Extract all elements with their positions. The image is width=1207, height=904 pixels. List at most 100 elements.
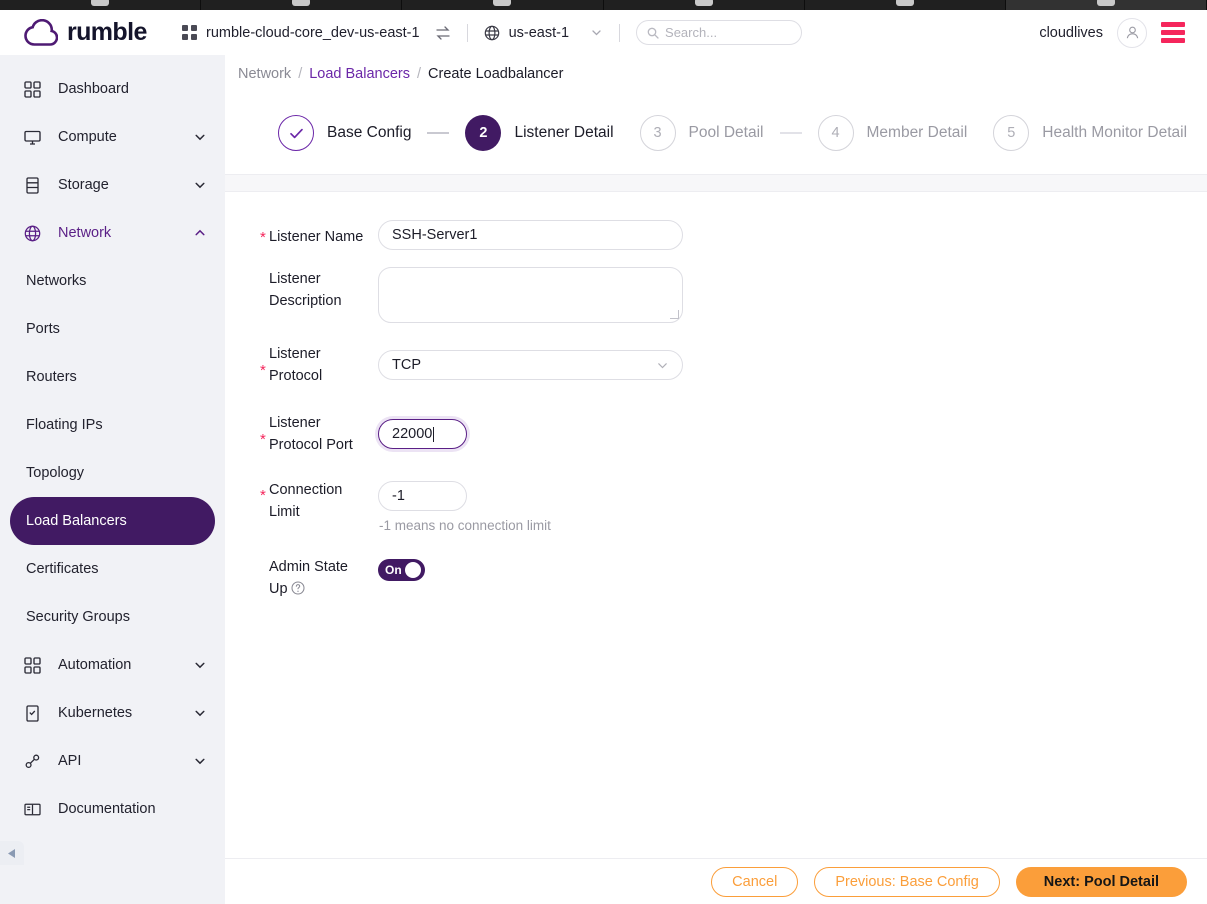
grid-icon — [22, 655, 42, 675]
sidebar-item-floating-ips[interactable]: Floating IPs — [10, 401, 215, 449]
sidebar-item-label: Documentation — [58, 801, 156, 817]
sidebar-item-label: Ports — [26, 321, 60, 337]
listener-protocol-port-field: 22000 — [378, 411, 1207, 456]
breadcrumb-separator: / — [298, 66, 303, 82]
browser-tab[interactable] — [201, 0, 403, 10]
step-number: 3 — [639, 115, 676, 151]
required-asterisk: * — [260, 487, 266, 504]
step-label: Listener Detail — [514, 124, 614, 141]
breadcrumb-link-load-balancers[interactable]: Load Balancers — [309, 66, 410, 82]
project-selector[interactable]: rumble-cloud-core_dev-us-east-1 — [182, 10, 451, 55]
listener-name-input[interactable]: SSH-Server1 — [378, 220, 683, 250]
top-bar: rumble rumble-cloud-core_dev-us-east-1 u… — [0, 10, 1207, 55]
swap-icon[interactable] — [435, 25, 451, 41]
scrollbar-corner — [1199, 890, 1207, 904]
step-base-config[interactable]: Base Config — [278, 115, 411, 151]
cloud-logo-icon — [24, 18, 59, 47]
main-content: Network / Load Balancers / Create Loadba… — [225, 55, 1207, 904]
listener-description-textarea[interactable] — [378, 267, 683, 323]
sidebar-item-ports[interactable]: Ports — [10, 305, 215, 353]
sidebar-item-label: Network — [58, 225, 112, 241]
chevron-down-icon — [193, 754, 207, 768]
stepper: Base Config 2 Listener Detail 3 Pool Det… — [225, 92, 1207, 174]
toggle-knob — [404, 562, 421, 578]
next-pool-detail-button[interactable]: Next: Pool Detail — [1015, 866, 1187, 897]
listener-name-label: Listener Name — [269, 229, 364, 245]
collapse-sidebar-icon[interactable] — [0, 841, 24, 865]
sidebar-item-network[interactable]: Network — [0, 209, 225, 257]
sidebar-item-label: API — [58, 753, 82, 769]
sidebar-item-dashboard[interactable]: Dashboard — [0, 65, 225, 113]
listener-name-label-group: * Listener Name — [260, 220, 378, 250]
listener-protocol-port-input[interactable]: 22000 — [378, 419, 467, 449]
sidebar-item-label: Networks — [26, 273, 87, 289]
step-listener-detail[interactable]: 2 Listener Detail — [465, 115, 614, 151]
browser-tab-active[interactable] — [1005, 0, 1207, 10]
chevron-down-icon — [590, 26, 603, 39]
question-mark-icon[interactable] — [291, 580, 305, 595]
breadcrumb-root[interactable]: Network — [238, 66, 291, 82]
admin-state-up-toggle-label: On — [385, 563, 402, 577]
listener-protocol-label-line1: Listener — [269, 346, 321, 362]
connection-limit-label-line2: Limit — [269, 504, 300, 520]
step-member-detail[interactable]: 4 Member Detail — [817, 115, 967, 151]
sidebar-item-networks[interactable]: Networks — [10, 257, 215, 305]
api-icon — [22, 751, 42, 771]
step-number: 2 — [465, 115, 502, 151]
brand-name: rumble — [67, 18, 147, 46]
sidebar-item-automation[interactable]: Automation — [0, 641, 225, 689]
sidebar-item-compute[interactable]: Compute — [0, 113, 225, 161]
connection-limit-field: -1 -1 means no connection limit — [378, 478, 1207, 533]
sidebar-item-api[interactable]: API — [0, 737, 225, 785]
sidebar-item-certificates[interactable]: Certificates — [10, 545, 215, 593]
breadcrumb-separator: / — [416, 66, 422, 82]
region-selector[interactable]: us-east-1 — [484, 10, 603, 55]
previous-base-config-button[interactable]: Previous: Base Config — [814, 866, 1000, 897]
step-number: 5 — [993, 115, 1030, 151]
admin-state-up-toggle[interactable]: On — [378, 559, 425, 581]
connection-limit-hint: -1 means no connection limit — [379, 518, 551, 533]
avatar[interactable] — [1117, 17, 1147, 48]
browser-tab[interactable] — [603, 0, 805, 10]
sidebar-item-routers[interactable]: Routers — [10, 353, 215, 401]
sidebar-item-security-groups[interactable]: Security Groups — [10, 593, 215, 641]
monitor-icon — [22, 127, 42, 147]
listener-protocol-port-label-line2: Protocol Port — [269, 437, 353, 453]
sidebar-item-storage[interactable]: Storage — [0, 161, 225, 209]
step-number: 4 — [817, 115, 854, 151]
search-placeholder: Search... — [665, 25, 718, 40]
browser-tab-strip — [0, 0, 1207, 10]
breadcrumb-current: Create Loadbalancer — [428, 66, 564, 82]
grid-icon — [182, 25, 197, 40]
step-health-monitor-detail[interactable]: 5 Health Monitor Detail — [993, 115, 1187, 151]
browser-tab[interactable] — [0, 0, 202, 10]
listener-protocol-select[interactable]: TCP — [378, 350, 683, 380]
brand-logo-link[interactable]: rumble — [0, 18, 180, 47]
grid-icon — [22, 79, 42, 99]
step-label: Health Monitor Detail — [1042, 124, 1188, 141]
sidebar-item-documentation[interactable]: Documentation — [0, 785, 225, 833]
browser-tab[interactable] — [402, 0, 604, 10]
sidebar-item-label: Automation — [58, 657, 132, 673]
chevron-down-icon — [193, 706, 207, 720]
sidebar-item-load-balancers[interactable]: Load Balancers — [10, 497, 215, 545]
admin-state-up-label-group: Admin State Up — [260, 555, 378, 600]
step-pool-detail[interactable]: 3 Pool Detail — [639, 115, 764, 151]
sidebar-item-topology[interactable]: Topology — [10, 449, 215, 497]
admin-state-up-label-line1: Admin State — [269, 559, 348, 575]
sidebar-item-label: Certificates — [26, 561, 99, 577]
search-input[interactable]: Search... — [636, 20, 803, 45]
step-connector — [427, 132, 450, 134]
connection-limit-input[interactable]: -1 — [378, 481, 467, 511]
cancel-button[interactable]: Cancel — [711, 866, 799, 897]
browser-tab[interactable] — [804, 0, 1006, 10]
listener-protocol-value: TCP — [392, 357, 421, 373]
sidebar-item-kubernetes[interactable]: Kubernetes — [0, 689, 225, 737]
step-label: Pool Detail — [688, 124, 764, 141]
required-asterisk: * — [260, 431, 266, 448]
chevron-down-icon — [656, 359, 669, 372]
listener-description-label-group: Listener Description — [260, 267, 378, 323]
topbar-right-group: cloudlives — [1039, 17, 1207, 48]
hamburger-menu-icon[interactable] — [1161, 22, 1185, 43]
field-row-listener-protocol-port: * Listener Protocol Port 22000 — [260, 411, 1207, 456]
